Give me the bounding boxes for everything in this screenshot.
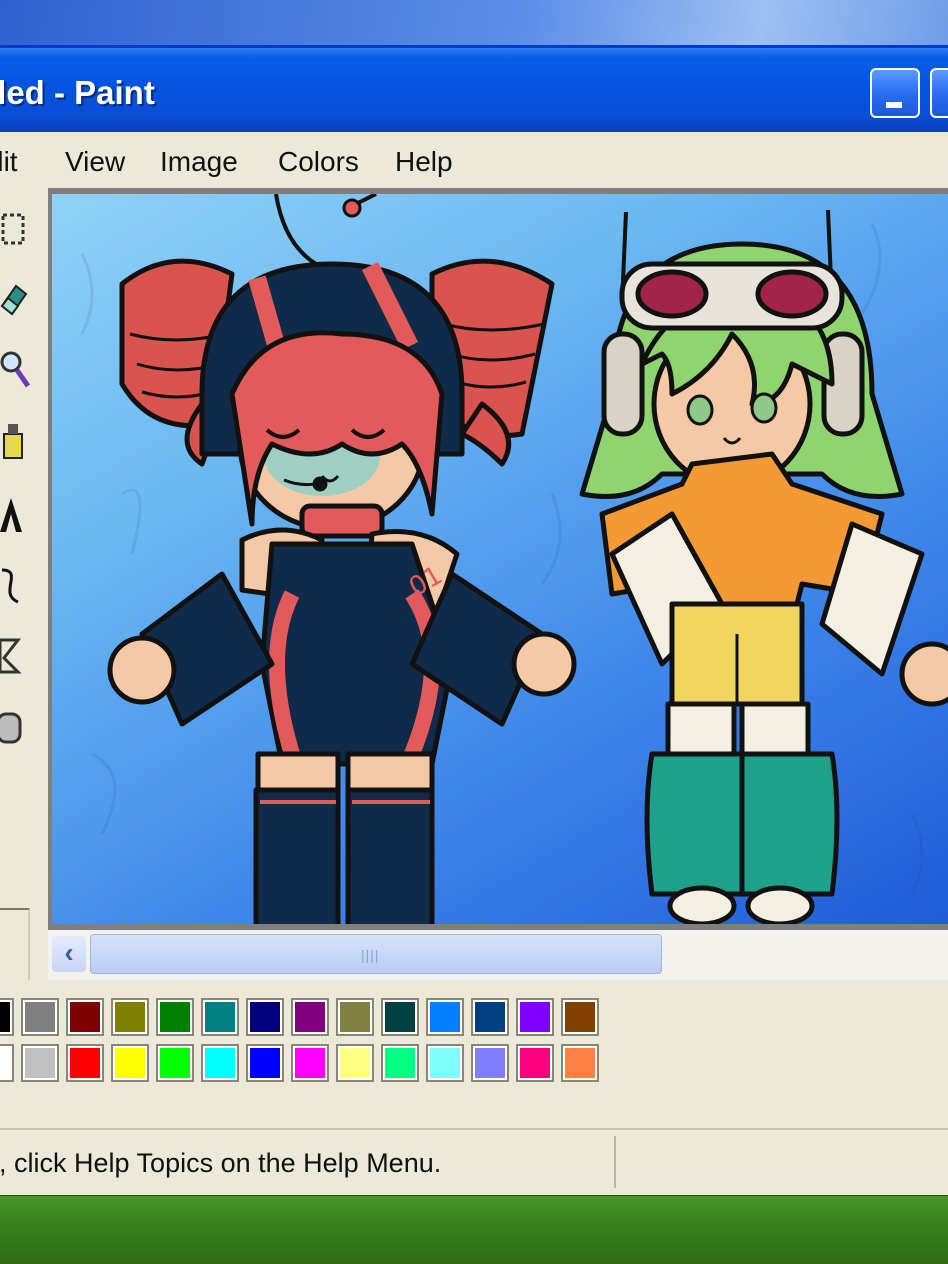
title-bar[interactable]: titled - Paint <box>0 48 948 132</box>
palette-swatch[interactable] <box>66 998 104 1036</box>
horizontal-scrollbar[interactable]: ‹ |||| <box>48 930 948 980</box>
minimize-button[interactable] <box>870 68 920 118</box>
canvas-area: 01 ‹ |||| <box>48 188 948 980</box>
menu-image[interactable]: Image <box>160 146 238 178</box>
palette-swatch[interactable] <box>291 1044 329 1082</box>
character-red-haired: 01 <box>107 194 577 924</box>
palette-swatch[interactable] <box>111 998 149 1036</box>
artwork: 01 <box>80 194 948 924</box>
palette-swatch[interactable] <box>471 1044 509 1082</box>
palette-swatch[interactable] <box>156 998 194 1036</box>
fill-bucket-icon[interactable] <box>0 420 26 464</box>
palette-swatch[interactable] <box>201 998 239 1036</box>
palette-swatch[interactable] <box>561 998 599 1036</box>
palette-swatch[interactable] <box>426 1044 464 1082</box>
scroll-thumb[interactable]: |||| <box>90 934 662 974</box>
status-divider <box>614 1136 616 1188</box>
magnifier-icon[interactable] <box>0 348 30 392</box>
eraser-icon[interactable] <box>0 280 28 316</box>
palette-swatch[interactable] <box>516 998 554 1036</box>
drawing-canvas[interactable]: 01 <box>52 194 948 924</box>
palette-swatch[interactable] <box>201 1044 239 1082</box>
desktop-sky <box>0 0 948 50</box>
palette-swatch[interactable] <box>471 998 509 1036</box>
window-title: titled - Paint <box>0 74 155 111</box>
palette-swatch[interactable] <box>156 1044 194 1082</box>
polygon-icon[interactable] <box>0 636 22 676</box>
palette-swatch[interactable] <box>561 1044 599 1082</box>
scroll-left-arrow[interactable]: ‹ <box>52 936 86 972</box>
menu-colors[interactable]: Colors <box>278 146 359 178</box>
palette-swatch[interactable] <box>0 1044 14 1082</box>
color-palette <box>0 980 948 1130</box>
status-bar: o, click Help Topics on the Help Menu. <box>0 1128 948 1195</box>
palette-swatch[interactable] <box>21 1044 59 1082</box>
desktop-grass <box>0 1190 948 1264</box>
menu-edit[interactable]: dit <box>0 146 18 178</box>
text-icon[interactable] <box>0 494 24 534</box>
curve-icon[interactable] <box>0 564 24 604</box>
palette-swatch[interactable] <box>0 998 14 1036</box>
menu-help[interactable]: Help <box>395 146 453 178</box>
palette-swatch[interactable] <box>291 998 329 1036</box>
palette-swatch[interactable] <box>516 1044 554 1082</box>
palette-swatch[interactable] <box>246 998 284 1036</box>
palette-swatch[interactable] <box>336 998 374 1036</box>
palette-swatch[interactable] <box>381 1044 419 1082</box>
menu-view[interactable]: View <box>65 146 125 178</box>
toolbox <box>0 188 50 1112</box>
maximize-button[interactable] <box>930 68 948 118</box>
character-green-haired <box>579 209 948 924</box>
palette-swatch[interactable] <box>426 998 464 1036</box>
menu-bar: dit View Image Colors Help <box>0 132 948 190</box>
paint-window: titled - Paint dit View Image Colors Hel… <box>0 48 948 1195</box>
scroll-grip-icon: |||| <box>361 947 380 963</box>
palette-swatch[interactable] <box>21 998 59 1036</box>
palette-swatch[interactable] <box>246 1044 284 1082</box>
status-text: o, click Help Topics on the Help Menu. <box>0 1148 442 1178</box>
rounded-rect-icon[interactable] <box>0 708 22 748</box>
minimize-icon <box>886 102 902 108</box>
palette-swatch[interactable] <box>381 998 419 1036</box>
palette-swatch[interactable] <box>336 1044 374 1082</box>
palette-swatch[interactable] <box>111 1044 149 1082</box>
palette-swatch[interactable] <box>66 1044 104 1082</box>
select-rect-icon[interactable] <box>0 212 26 246</box>
